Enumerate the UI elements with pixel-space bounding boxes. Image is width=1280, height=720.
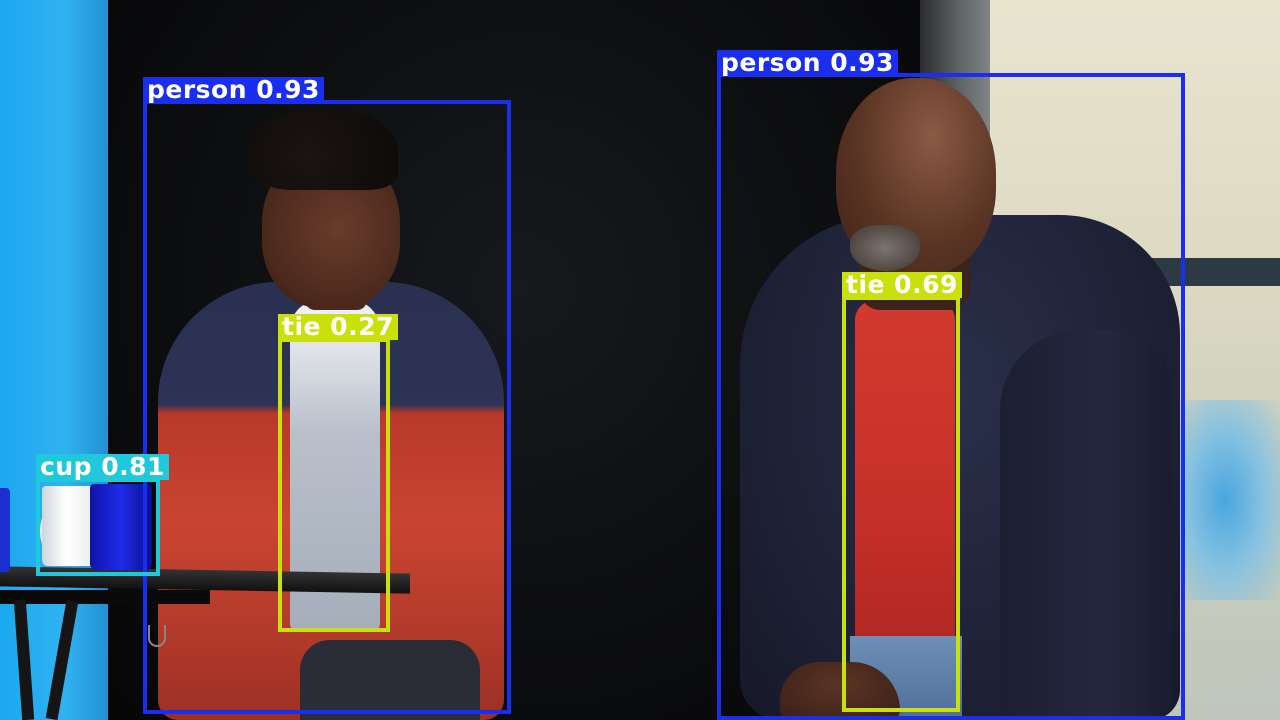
detection-image: person 0.93 person 0.93 tie 0.27 tie 0.6… <box>0 0 1280 720</box>
detection-label-tie: tie 0.69 <box>842 272 962 298</box>
detection-label-person: person 0.93 <box>143 77 324 103</box>
detection-box-tie <box>278 338 390 632</box>
detection-label-tie: tie 0.27 <box>278 314 398 340</box>
blue-mug-edge <box>0 488 10 572</box>
detection-box-tie <box>842 296 960 712</box>
detection-label-cup: cup 0.81 <box>36 454 169 480</box>
window-blue-reflection <box>1170 400 1280 600</box>
detection-box-cup <box>36 478 160 576</box>
detection-label-person: person 0.93 <box>717 50 898 76</box>
